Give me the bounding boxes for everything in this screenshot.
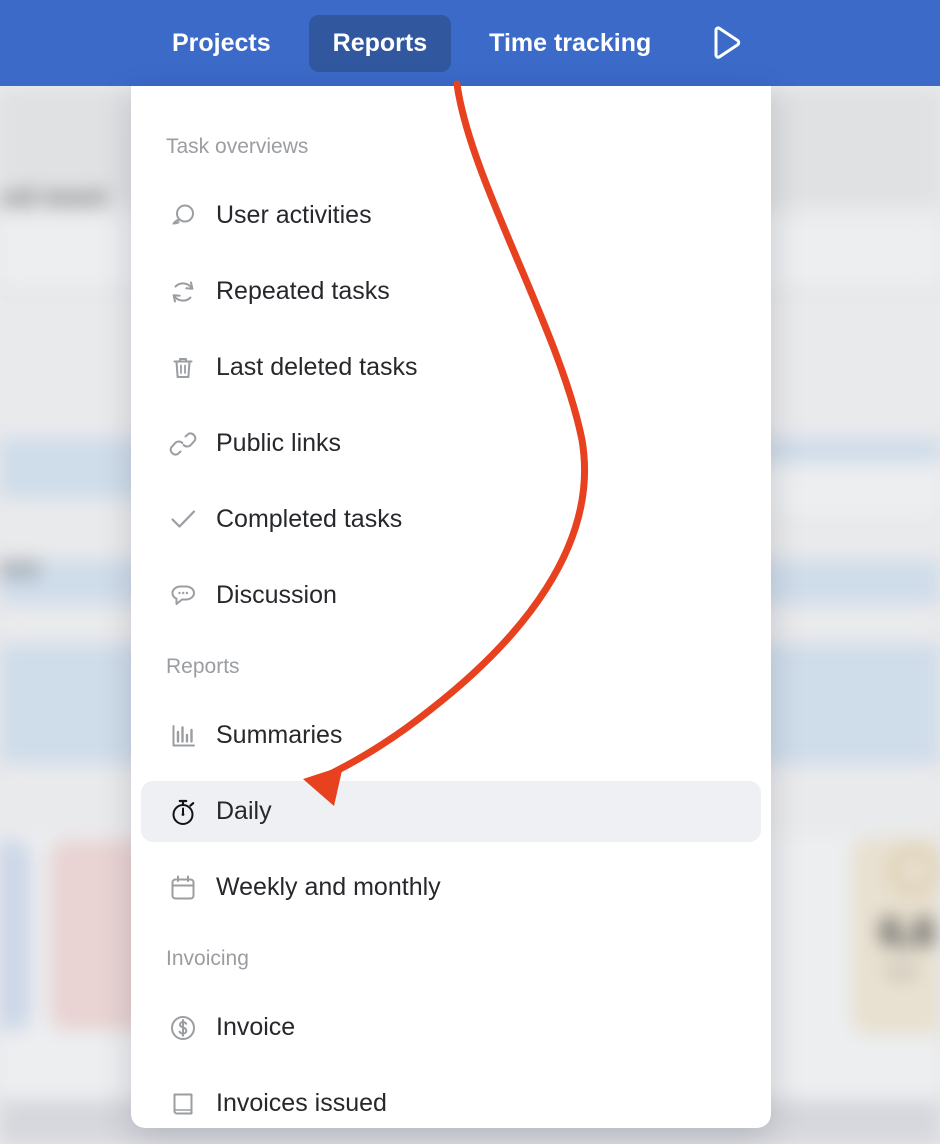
bg-clock-icon xyxy=(892,848,936,892)
menu-item-label: Daily xyxy=(216,797,272,825)
menu-item-label: Last deleted tasks xyxy=(216,353,418,381)
menu-item-summaries[interactable]: Summaries xyxy=(141,705,761,766)
menu-item-public-links[interactable]: Public links xyxy=(141,413,761,474)
menu-item-label: Invoice xyxy=(216,1013,296,1041)
menu-item-label: Repeated tasks xyxy=(216,277,390,305)
menu-item-label: Weekly and monthly xyxy=(216,873,441,901)
bg-stat-card xyxy=(0,840,30,1030)
stopwatch-icon xyxy=(166,795,200,829)
menu-item-discussion[interactable]: Discussion xyxy=(141,565,761,626)
bar-chart-icon xyxy=(166,719,200,753)
menu-group-label-reports: Reports xyxy=(166,655,240,678)
bg-stat-value: 6,6 xyxy=(880,910,936,954)
bg-toolbar-text: ly and mont xyxy=(0,182,106,212)
menu-item-label: Summaries xyxy=(216,721,343,749)
speech-search-icon xyxy=(166,199,200,233)
menu-item-invoices-issued[interactable]: Invoices issued xyxy=(141,1073,761,1128)
nav-tab-time-tracking[interactable]: Time tracking xyxy=(465,15,675,72)
menu-item-label: User activities xyxy=(216,201,372,229)
menu-item-label: Discussion xyxy=(216,581,337,609)
chat-bubble-icon xyxy=(166,579,200,613)
menu-group-label-invoicing: Invoicing xyxy=(166,947,249,970)
menu-item-label: Invoices issued xyxy=(216,1089,387,1117)
menu-item-user-activities[interactable]: User activities xyxy=(141,185,761,246)
menu-item-invoice[interactable]: Invoice xyxy=(141,997,761,1058)
menu-item-label: Public links xyxy=(216,429,342,457)
play-icon[interactable] xyxy=(705,21,749,65)
menu-item-completed-tasks[interactable]: Completed tasks xyxy=(141,489,761,550)
menu-top-pad xyxy=(131,86,771,136)
check-icon xyxy=(166,503,200,537)
dollar-circle-icon xyxy=(166,1011,200,1045)
trash-icon xyxy=(166,351,200,385)
bg-date-text: 2, 2023 xyxy=(0,556,40,584)
menu-group-label-task-overviews: Task overviews xyxy=(166,135,309,158)
nav-tab-reports[interactable]: Reports xyxy=(308,14,452,72)
bg-stat-label: Tota xyxy=(884,962,917,981)
menu-item-daily[interactable]: Daily xyxy=(141,781,761,842)
link-icon xyxy=(166,427,200,461)
menu-item-repeated-tasks[interactable]: Repeated tasks xyxy=(141,261,761,322)
top-navigation-bar: Projects Reports Time tracking xyxy=(0,0,940,86)
nav-tab-projects[interactable]: Projects xyxy=(148,15,295,72)
calendar-icon xyxy=(166,871,200,905)
book-icon xyxy=(166,1087,200,1121)
menu-item-label: Completed tasks xyxy=(216,505,403,533)
reports-dropdown-menu: Task overviews User activities Repeated … xyxy=(131,86,771,1128)
menu-item-weekly-and-monthly[interactable]: Weekly and monthly xyxy=(141,857,761,918)
menu-item-last-deleted-tasks[interactable]: Last deleted tasks xyxy=(141,337,761,398)
refresh-icon xyxy=(166,275,200,309)
